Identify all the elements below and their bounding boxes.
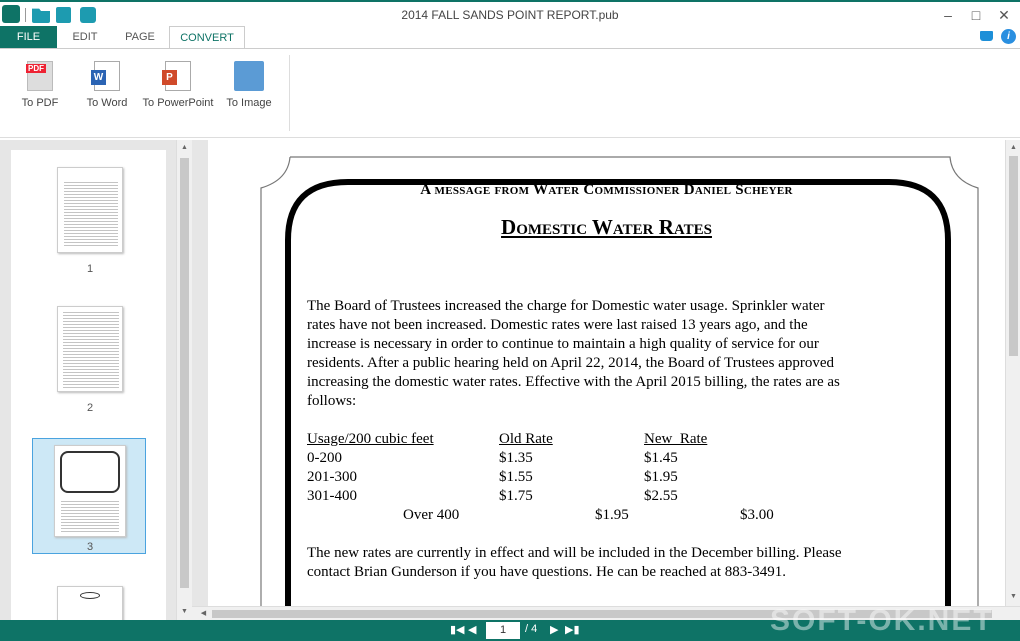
minimize-button[interactable]: –	[938, 7, 958, 23]
to-pdf-button[interactable]: PDF To PDF	[18, 61, 62, 109]
thumbnail-scrollbar[interactable]: ▲ ▼	[176, 140, 192, 621]
to-word-button[interactable]: W To Word	[82, 61, 132, 109]
table-header: Usage/200 cubic feet	[307, 431, 434, 447]
powerpoint-file-icon: P	[162, 61, 191, 91]
tab-edit[interactable]: EDIT	[62, 26, 108, 48]
paragraph-line: increase is necessary in order to contin…	[307, 336, 819, 352]
table-cell: 0-200	[307, 450, 342, 466]
last-page-button[interactable]: ▶▮	[565, 623, 580, 636]
to-image-button[interactable]: To Image	[222, 61, 276, 109]
status-bar: ▮◀ ◀ 1 / 4 ▶ ▶▮ SOFT-OK.NET	[0, 604, 1020, 641]
message-header: A message from Water Commissioner Daniel…	[420, 182, 793, 198]
previous-page-button[interactable]: ◀	[468, 623, 476, 636]
to-word-label: To Word	[86, 97, 128, 109]
document-vertical-scrollbar[interactable]: ▲ ▼	[1005, 140, 1020, 606]
thumbnail-page-2[interactable]	[57, 306, 123, 392]
window-title: 2014 FALL SANDS POINT REPORT.pub	[401, 8, 619, 22]
to-powerpoint-button[interactable]: P To PowerPoint	[140, 61, 216, 109]
thumbnail-label: 3	[86, 541, 94, 553]
paragraph-line: rates have not been increased. Domestic …	[307, 317, 808, 333]
word-file-icon: W	[91, 61, 120, 91]
tab-file[interactable]: FILE	[0, 26, 57, 48]
document-page: A message from Water Commissioner Daniel…	[208, 140, 1005, 606]
cart-icon[interactable]	[980, 31, 993, 41]
table-header: Old Rate	[499, 431, 553, 447]
table-cell: $1.95	[644, 469, 678, 485]
table-cell: $3.00	[740, 507, 774, 523]
ribbon-convert: PDF To PDF W To Word P To PowerPoint To …	[0, 48, 1020, 138]
table-cell: $1.75	[499, 488, 533, 504]
paragraph-line: follows:	[307, 393, 357, 409]
page-number-input[interactable]: 1	[486, 622, 520, 639]
to-powerpoint-label: To PowerPoint	[142, 97, 214, 109]
total-pages: / 4	[525, 623, 538, 635]
thumbnail-page-3-selected[interactable]: 3	[32, 438, 146, 554]
to-image-label: To Image	[226, 97, 272, 109]
thumbnail-page-1[interactable]	[57, 167, 123, 253]
info-icon[interactable]: i	[1001, 29, 1016, 44]
close-button[interactable]: ✕	[994, 7, 1014, 24]
table-cell: Over 400	[403, 507, 460, 523]
table-header: New Rate	[644, 431, 708, 447]
paragraph-line: residents. After a public hearing held o…	[307, 355, 834, 371]
table-cell: 301-400	[307, 488, 357, 504]
table-cell: $1.55	[499, 469, 533, 485]
paragraph-line: increasing the domestic water rates. Eff…	[307, 374, 840, 390]
image-icon	[234, 61, 264, 91]
next-page-button[interactable]: ▶	[550, 623, 558, 636]
document-title: Domestic Water Rates	[501, 215, 712, 239]
tab-convert[interactable]: CONVERT	[169, 26, 245, 49]
paragraph-line: The new rates are currently in effect an…	[307, 545, 842, 561]
maximize-button[interactable]: □	[966, 7, 986, 23]
thumbnail-label: 2	[86, 402, 94, 414]
thumbnail-label: 1	[86, 263, 94, 275]
title-bar: 2014 FALL SANDS POINT REPORT.pub – □ ✕	[0, 0, 1020, 27]
tab-page[interactable]: PAGE	[116, 26, 164, 48]
to-pdf-label: To PDF	[21, 97, 59, 109]
table-cell: $1.35	[499, 450, 533, 466]
thumbnail-list: 1 2 3	[11, 150, 166, 626]
ribbon-tabs: FILE EDIT PAGE CONVERT i	[0, 26, 1020, 49]
ribbon-divider	[289, 55, 290, 131]
table-cell: 201-300	[307, 469, 357, 485]
pdf-badge: PDF	[26, 64, 46, 73]
watermark: SOFT-OK.NET	[770, 604, 994, 637]
page-border-frame	[260, 156, 979, 606]
table-cell: $2.55	[644, 488, 678, 504]
table-cell: $1.45	[644, 450, 678, 466]
word-letter: W	[91, 70, 106, 85]
pdf-file-icon: PDF	[26, 61, 53, 91]
paragraph-line: The Board of Trustees increased the char…	[307, 298, 825, 314]
paragraph-line: contact Brian Gunderson if you have ques…	[307, 564, 787, 580]
ppt-letter: P	[162, 70, 177, 85]
table-cell: $1.95	[595, 507, 629, 523]
first-page-button[interactable]: ▮◀	[450, 623, 465, 636]
